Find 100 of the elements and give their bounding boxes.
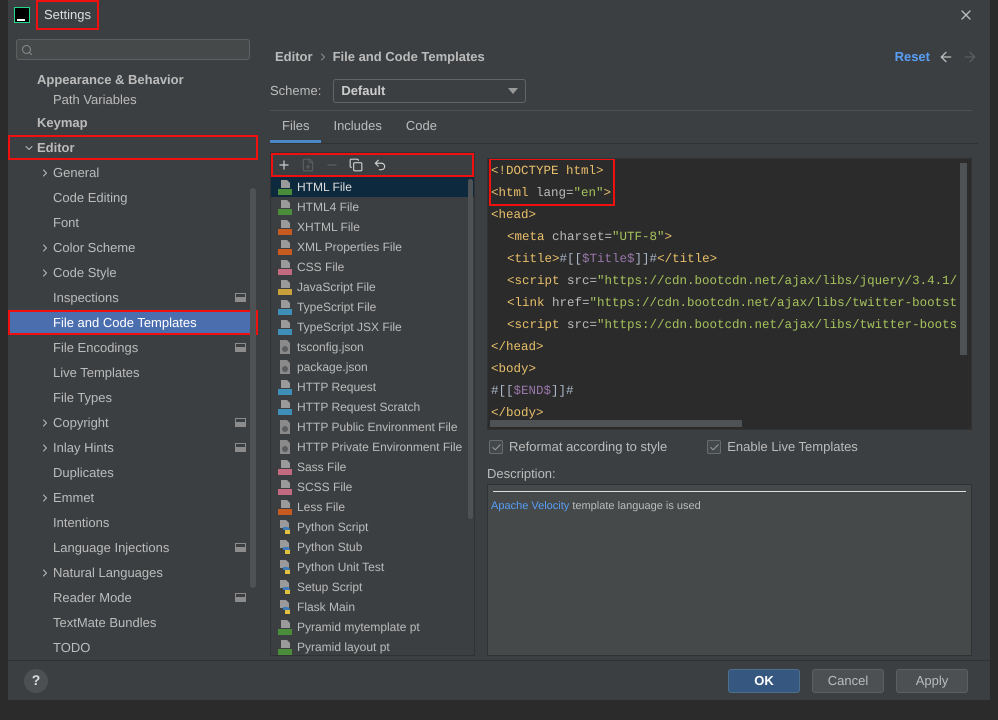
- tab[interactable]: Code: [394, 111, 449, 143]
- sidebar-item[interactable]: Appearance & Behavior: [8, 70, 258, 90]
- sidebar-item[interactable]: Reader Mode: [8, 585, 258, 610]
- file-type-icon: [278, 399, 292, 415]
- sidebar-item[interactable]: Inlay Hints: [8, 435, 258, 460]
- file-type-icon: [278, 459, 292, 475]
- config-file-icon: [278, 419, 292, 435]
- template-item[interactable]: HTML4 File: [271, 197, 474, 217]
- dialog-button[interactable]: Apply: [896, 668, 968, 692]
- template-item[interactable]: Flask Main: [271, 597, 474, 617]
- sidebar-item[interactable]: Live Templates: [8, 360, 258, 385]
- config-file-icon: [278, 359, 292, 375]
- sidebar-item[interactable]: Duplicates: [8, 460, 258, 485]
- copy-icon[interactable]: [349, 158, 363, 172]
- config-file-icon: [278, 339, 292, 355]
- link[interactable]: Apache Velocity: [491, 500, 570, 512]
- template-item[interactable]: JavaScript File: [271, 277, 474, 297]
- scrollbar[interactable]: [250, 188, 256, 588]
- code-line: <body>: [491, 361, 536, 378]
- python-file-icon: [278, 559, 292, 575]
- file-type-icon: [278, 239, 292, 255]
- help-button[interactable]: ?: [24, 668, 48, 692]
- template-item[interactable]: Setup Script: [271, 577, 474, 597]
- code-line: <link href="https://cdn.bootcdn.net/ajax/libs/twitter-bootst: [506, 295, 958, 312]
- template-item[interactable]: TypeScript File: [271, 297, 474, 317]
- project-level-icon: [235, 443, 246, 452]
- sidebar-item[interactable]: Language Injections: [8, 535, 258, 560]
- tab[interactable]: Files: [270, 111, 322, 143]
- template-item[interactable]: Python Stub: [271, 537, 474, 557]
- reset-icon[interactable]: [373, 158, 387, 172]
- template-item[interactable]: Less File: [271, 497, 474, 517]
- template-item[interactable]: Python Script: [271, 517, 474, 537]
- file-type-icon: [278, 179, 292, 195]
- scheme-dropdown[interactable]: Default: [333, 79, 526, 103]
- code-editor[interactable]: [487, 158, 972, 430]
- file-type-icon: [278, 259, 292, 275]
- code-line: <!DOCTYPE html>: [491, 163, 604, 180]
- template-item[interactable]: XML Properties File: [271, 237, 474, 257]
- sidebar-item[interactable]: Emmet: [8, 485, 258, 510]
- template-item[interactable]: CSS File: [271, 257, 474, 277]
- sidebar-item[interactable]: Color Scheme: [8, 235, 258, 260]
- sidebar-item[interactable]: Intentions: [8, 510, 258, 535]
- tab[interactable]: Includes: [321, 111, 394, 143]
- reset-link[interactable]: Reset: [894, 47, 930, 67]
- file-type-icon: [278, 199, 292, 215]
- template-item[interactable]: Sass File: [271, 457, 474, 477]
- sidebar-item[interactable]: File and Code Templates: [8, 310, 258, 335]
- sidebar-item[interactable]: Font: [8, 210, 258, 235]
- template-item[interactable]: HTTP Public Environment File: [271, 417, 474, 437]
- sidebar-item[interactable]: Natural Languages: [8, 560, 258, 585]
- sidebar-item[interactable]: Path Variables: [8, 90, 258, 110]
- file-type-icon: [278, 319, 292, 335]
- option-checkbox[interactable]: Reformat according to style: [489, 437, 668, 457]
- file-type-icon: [278, 479, 292, 495]
- sidebar-item[interactable]: TextMate Bundles: [8, 610, 258, 635]
- sidebar-item[interactable]: Copyright: [8, 410, 258, 435]
- sidebar-item[interactable]: Editor: [8, 135, 258, 160]
- dialog-button[interactable]: Cancel: [812, 668, 884, 692]
- code-line: #[[$END$]]#: [491, 383, 574, 400]
- project-level-icon: [235, 293, 246, 302]
- breadcrumb-item[interactable]: File and Code Templates: [332, 47, 485, 67]
- sidebar-item[interactable]: Code Editing: [8, 185, 258, 210]
- add-icon[interactable]: [277, 158, 291, 172]
- scheme-label: Scheme:: [270, 82, 322, 100]
- scrollbar[interactable]: [960, 163, 967, 355]
- code-line: <head>: [491, 207, 536, 224]
- template-item[interactable]: TypeScript JSX File: [271, 317, 474, 337]
- template-item[interactable]: HTML File: [271, 177, 474, 197]
- template-item[interactable]: Python Unit Test: [271, 557, 474, 577]
- template-item[interactable]: HTTP Request Scratch: [271, 397, 474, 417]
- check-icon: [708, 442, 720, 452]
- sidebar-item[interactable]: Code Style: [8, 260, 258, 285]
- code-line: <script src="https://cdn.bootcdn.net/ajax/libs/twitter-boots: [506, 317, 958, 334]
- template-item[interactable]: tsconfig.json: [271, 337, 474, 357]
- sidebar-item[interactable]: Inspections: [8, 285, 258, 310]
- scrollbar[interactable]: [468, 179, 473, 519]
- code-line: <title>#[[$Title$]]#</title>: [506, 251, 718, 268]
- search-field[interactable]: [16, 39, 250, 60]
- sidebar-item[interactable]: Keymap: [8, 110, 258, 135]
- file-type-icon: [278, 299, 292, 315]
- sidebar-item[interactable]: General: [8, 160, 258, 185]
- template-item[interactable]: Pyramid mytemplate pt: [271, 617, 474, 637]
- sidebar-item[interactable]: TODO: [8, 635, 258, 660]
- template-item[interactable]: XHTML File: [271, 217, 474, 237]
- ok-button[interactable]: OK: [728, 668, 800, 692]
- back-button[interactable]: [938, 49, 954, 65]
- option-checkbox[interactable]: Enable Live Templates: [707, 437, 858, 457]
- template-item[interactable]: HTTP Private Environment File: [271, 437, 474, 457]
- template-item[interactable]: SCSS File: [271, 477, 474, 497]
- scrollbar[interactable]: [490, 420, 742, 427]
- file-type-icon: [278, 279, 292, 295]
- sidebar-item[interactable]: File Encodings: [8, 335, 258, 360]
- python-file-icon: [278, 519, 292, 535]
- project-level-icon: [235, 418, 246, 427]
- template-item[interactable]: Pyramid layout pt: [271, 637, 474, 655]
- sidebar-item[interactable]: File Types: [8, 385, 258, 410]
- template-item[interactable]: package.json: [271, 357, 474, 377]
- breadcrumb-item[interactable]: Editor: [275, 47, 313, 67]
- description-label: Description:: [487, 465, 557, 483]
- template-item[interactable]: HTTP Request: [271, 377, 474, 397]
